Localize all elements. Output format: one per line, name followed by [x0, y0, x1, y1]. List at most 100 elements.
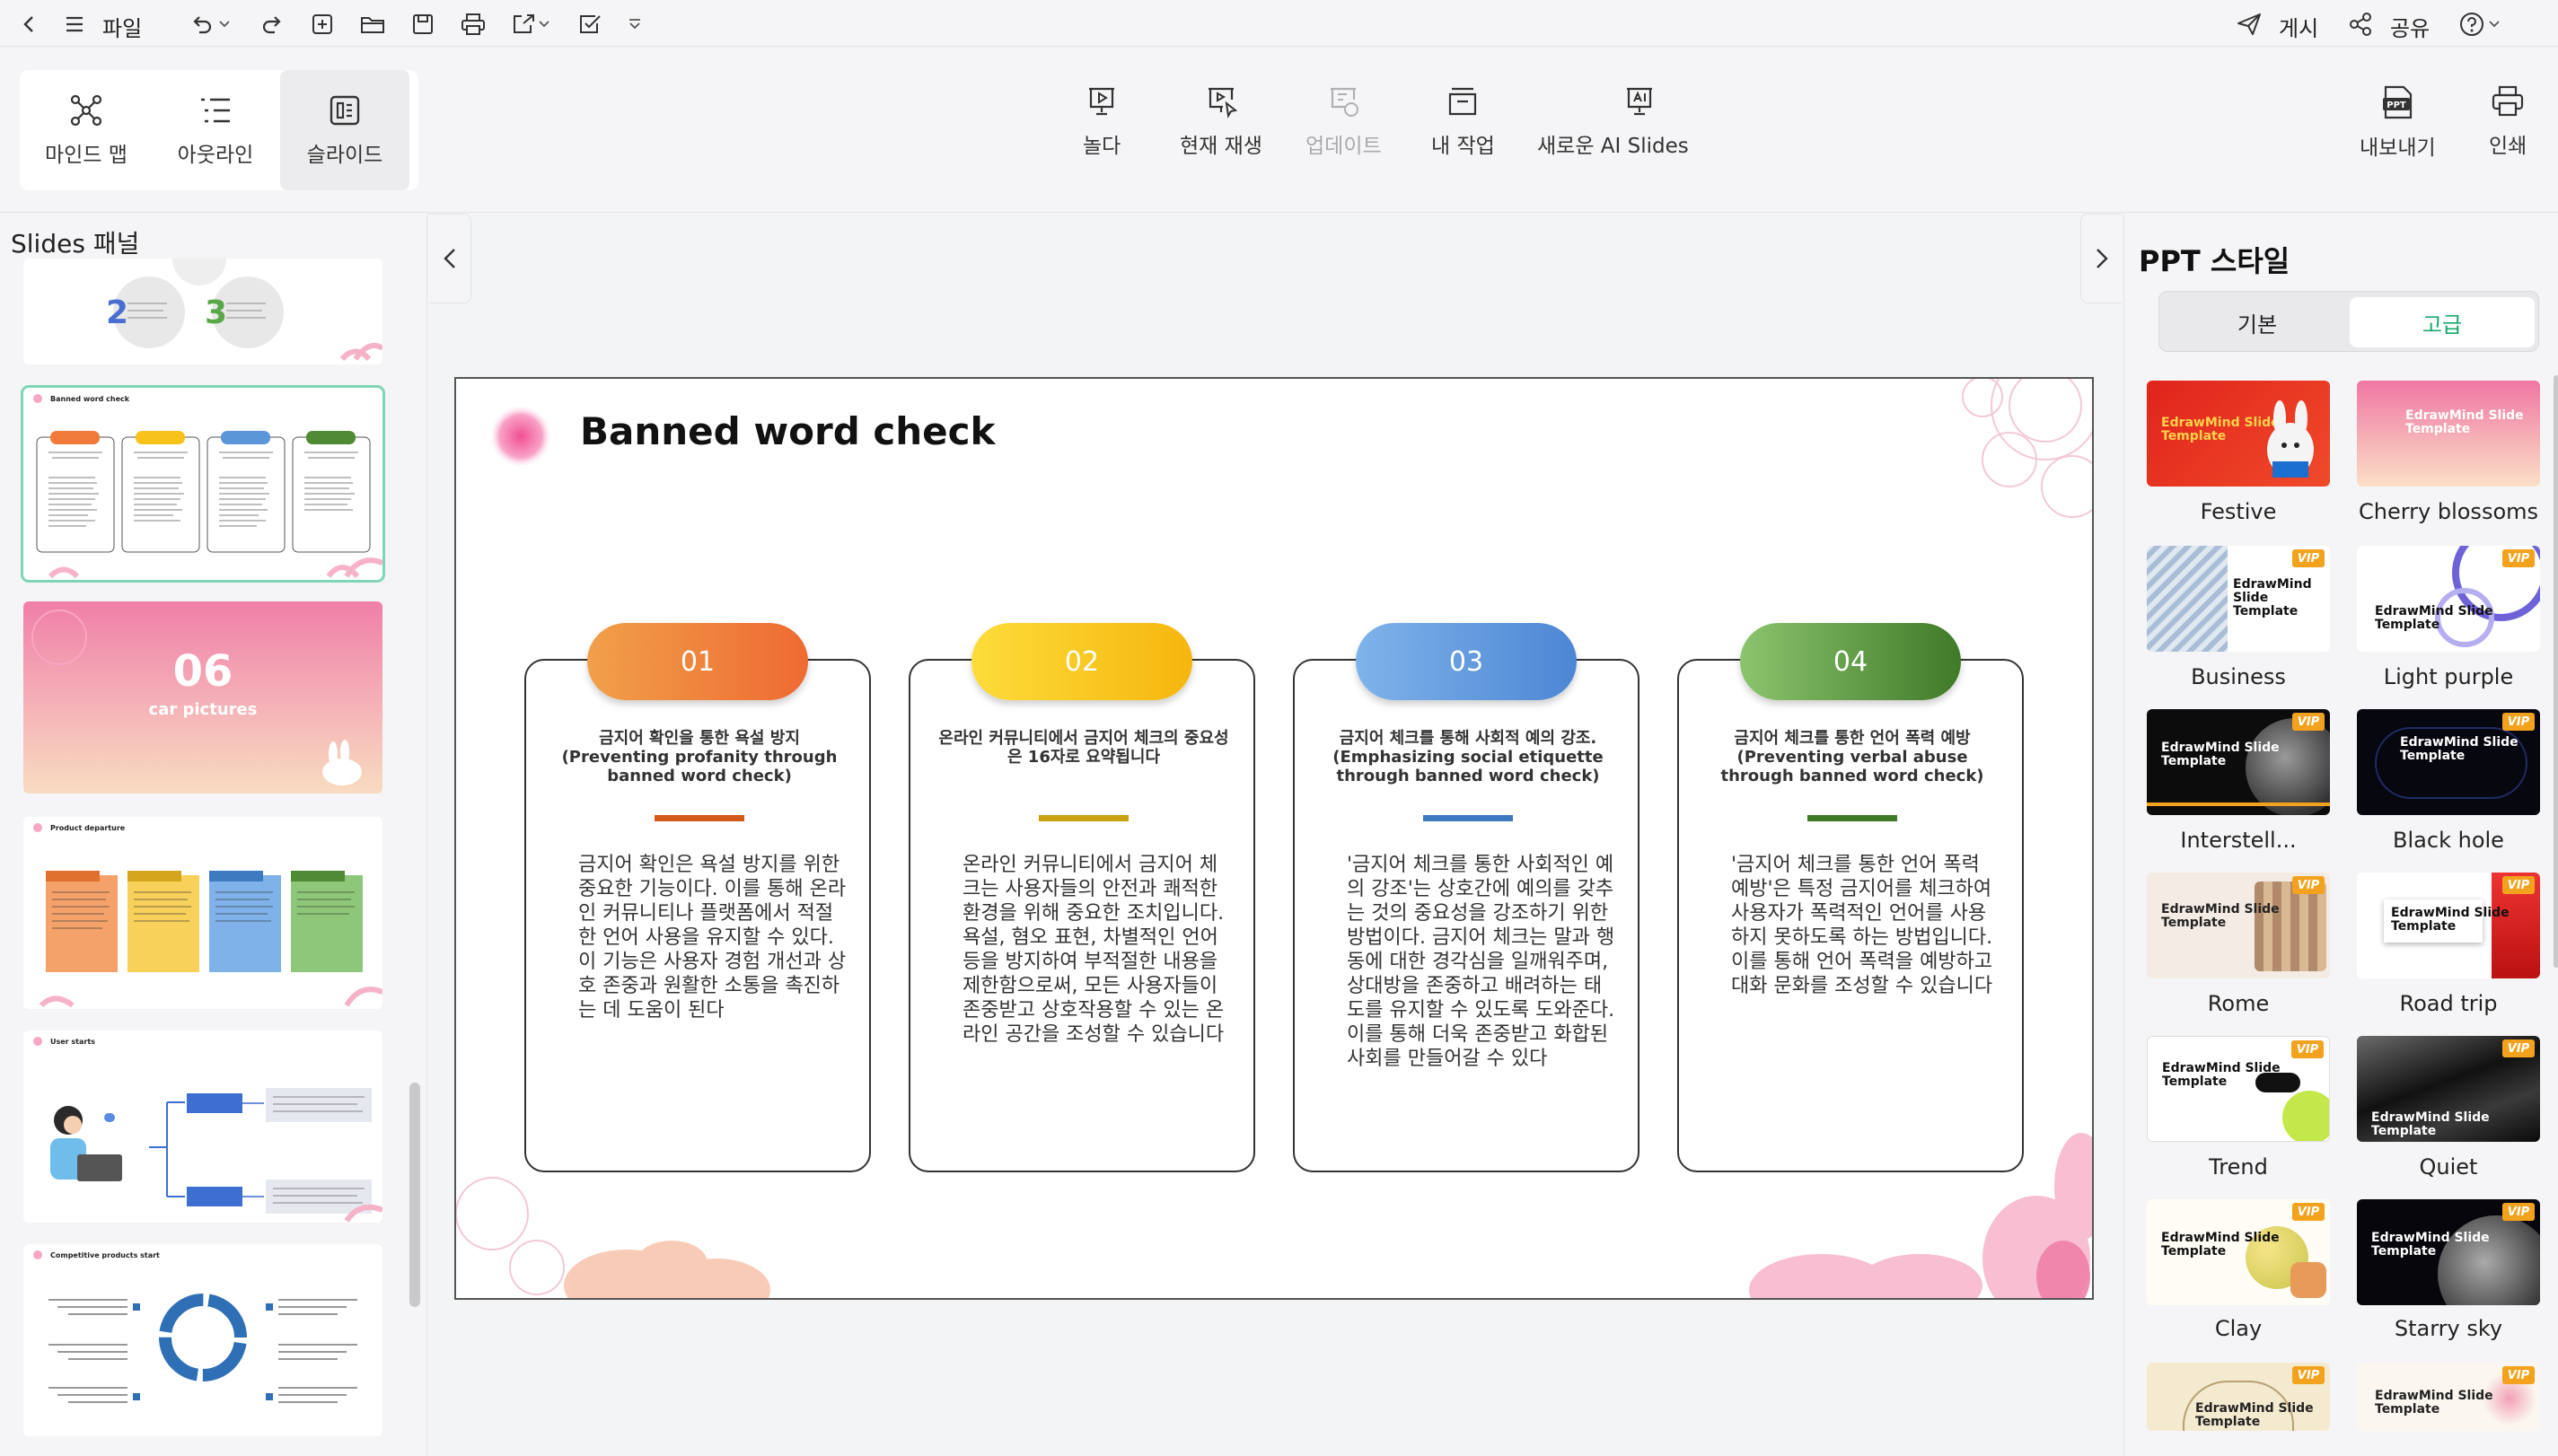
ppt-export-icon: PPT	[2378, 83, 2416, 121]
thumb-title: User starts	[50, 1038, 95, 1046]
content-card-3[interactable]: 금지어 체크를 통해 사회적 예의 강조. (Emphasizing socia…	[1293, 659, 1639, 1172]
new-file-icon[interactable]	[307, 9, 338, 39]
help-dropdown-icon[interactable]	[2485, 9, 2503, 39]
template-label: EdrawMind Slide Template	[2391, 906, 2510, 934]
template-clay[interactable]: EdrawMind Slide Template VIP	[2147, 1199, 2330, 1305]
template-name: Road trip	[2399, 991, 2498, 1016]
template-quiet[interactable]: EdrawMind Slide Template VIP	[2357, 1036, 2540, 1142]
content-card-1[interactable]: 금지어 확인을 통한 욕설 방지 (Preventing profanity t…	[524, 659, 871, 1172]
template-name: Black hole	[2393, 828, 2504, 853]
slide-thumbnail[interactable]: Competitive products start	[23, 1244, 382, 1436]
update-icon	[1325, 83, 1361, 119]
slide-view-button[interactable]: 슬라이드	[280, 70, 409, 190]
slide-title[interactable]: Banned word check	[580, 409, 996, 453]
template-label: EdrawMind Slide Template	[2375, 1389, 2493, 1417]
mindmap-view-button[interactable]: 마인드 맵	[20, 70, 153, 190]
export-ppt-button[interactable]: PPT 내보내기	[2360, 83, 2436, 161]
svg-text:3: 3	[205, 294, 227, 331]
template-road-trip[interactable]: EdrawMind Slide Template VIP	[2357, 873, 2540, 978]
svg-text:PPT: PPT	[2387, 101, 2407, 110]
play-button[interactable]: 놀다	[1083, 83, 1121, 159]
help-icon[interactable]	[2457, 9, 2487, 39]
slides-panel-scrollbar[interactable]	[409, 1083, 420, 1307]
update-button[interactable]: 업데이트	[1305, 83, 1382, 159]
send-icon[interactable]	[2234, 9, 2264, 39]
hamburger-menu-icon[interactable]	[59, 9, 90, 39]
template-label: EdrawMind Slide Template	[2161, 1231, 2280, 1259]
style-panel-scrollbar[interactable]	[2554, 375, 2558, 968]
collapse-right-panel-button[interactable]	[2080, 214, 2122, 303]
template-name: Starry sky	[2394, 1316, 2503, 1341]
publish-button[interactable]: 게시	[2279, 11, 2318, 42]
print-button[interactable]: 인쇄	[2489, 83, 2527, 159]
new-ai-slides-button[interactable]: 새로운 AI Slides	[1537, 83, 1689, 159]
open-folder-icon[interactable]	[357, 9, 388, 39]
style-tab-switcher: 기본 고급	[2158, 291, 2539, 352]
template-label: EdrawMind Slide Template	[2233, 577, 2312, 618]
undo-icon[interactable]	[187, 9, 217, 39]
template-light-purple[interactable]: EdrawMind Slide Template VIP	[2357, 546, 2540, 652]
chevron-left-icon	[443, 247, 457, 270]
card-number-pill: 01	[587, 623, 808, 700]
template-name: Light purple	[2383, 664, 2514, 689]
template-label: EdrawMind Slide Template	[2371, 1231, 2490, 1259]
current-slide[interactable]: Banned word check 금지어 확인을 통한 욕설 방지 (Prev…	[454, 377, 2094, 1300]
save-icon[interactable]	[408, 9, 438, 39]
template-partial[interactable]: EdrawMind Slide Template VIP	[2147, 1363, 2330, 1431]
back-icon[interactable]	[14, 9, 45, 39]
checklist-icon[interactable]	[575, 9, 605, 39]
template-name: Cherry blossoms	[2358, 499, 2539, 524]
my-work-button[interactable]: 내 작업	[1431, 83, 1495, 159]
content-card-4[interactable]: 금지어 체크를 통한 언어 폭력 예방 (Preventing verbal a…	[1677, 659, 2024, 1172]
template-starry-sky[interactable]: EdrawMind Slide Template VIP	[2357, 1199, 2540, 1305]
collapse-left-panel-button[interactable]	[428, 214, 471, 303]
print-label: 인쇄	[2489, 135, 2527, 158]
outline-view-button[interactable]: 아웃라인	[153, 70, 278, 190]
share-button[interactable]: 공유	[2390, 11, 2430, 42]
file-menu[interactable]: 파일	[102, 11, 142, 42]
template-label: EdrawMind Slide Template	[2161, 741, 2280, 768]
template-rome[interactable]: EdrawMind Slide Template VIP	[2147, 873, 2330, 978]
template-trend[interactable]: EdrawMind Slide Template VIP	[2147, 1036, 2330, 1142]
template-partial[interactable]: EdrawMind Slide Template VIP	[2357, 1363, 2540, 1431]
template-business[interactable]: EdrawMind Slide Template VIP	[2147, 546, 2330, 652]
export-icon[interactable]	[508, 9, 539, 39]
vip-badge: VIP	[2502, 549, 2535, 567]
print-icon[interactable]	[458, 9, 488, 39]
card-body-text: 온라인 커뮤니티에서 금지어 체크는 사용자들의 안전과 쾌적한 환경을 위해 …	[963, 854, 1225, 1046]
template-label: EdrawMind Slide Template	[2161, 902, 2280, 930]
share-icon[interactable]	[2345, 9, 2376, 39]
template-label: EdrawMind Slide Template	[2400, 735, 2518, 763]
content-card-2[interactable]: 온라인 커뮤니티에서 금지어 체크의 중요성은 16자로 요약됩니다 온라인 커…	[909, 659, 1255, 1172]
undo-dropdown-icon[interactable]	[215, 9, 233, 39]
export-dropdown-icon[interactable]	[535, 9, 553, 39]
redo-icon[interactable]	[257, 9, 287, 39]
template-interstellar[interactable]: EdrawMind Slide Template VIP	[2147, 709, 2330, 815]
outline-icon	[198, 92, 233, 128]
my-work-icon	[1445, 83, 1481, 119]
play-current-button[interactable]: 현재 재생	[1180, 83, 1262, 159]
template-black-hole[interactable]: EdrawMind Slide Template VIP	[2357, 709, 2540, 815]
tab-advanced[interactable]: 고급	[2350, 297, 2535, 347]
tab-basic[interactable]: 기본	[2165, 297, 2350, 347]
template-cherry-blossoms[interactable]: EdrawMind Slide Template	[2357, 381, 2540, 487]
play-current-icon	[1203, 83, 1239, 119]
slide-thumbnail[interactable]: User starts	[23, 1031, 382, 1223]
vip-badge: VIP	[2292, 549, 2325, 567]
template-festive[interactable]: EdrawMind Slide Template	[2147, 381, 2330, 487]
slide-thumbnail-selected[interactable]: Banned word check	[21, 385, 385, 583]
thumb-title: Banned word check	[50, 395, 130, 403]
slide-thumbnail[interactable]: 2 3	[23, 259, 382, 364]
card-heading: 금지어 체크를 통한 언어 폭력 예방 (Preventing verbal a…	[1720, 729, 1984, 785]
slide-thumbnail[interactable]: 06 car pictures	[23, 601, 382, 794]
vip-badge: VIP	[2292, 713, 2325, 731]
slide-thumbnail[interactable]: Product departure	[23, 817, 382, 1009]
card-number-pill: 03	[1356, 623, 1577, 700]
more-dropdown-icon[interactable]	[620, 9, 650, 39]
template-name: Trend	[2209, 1154, 2268, 1180]
outline-view-label: 아웃라인	[177, 144, 254, 167]
new-ai-slides-label: 새로운 AI Slides	[1537, 135, 1689, 158]
card-body-text: '금지어 체크를 통한 사회적인 예의 강조'는 상호간에 예의를 갖추는 것의…	[1347, 854, 1615, 1070]
play-label: 놀다	[1083, 135, 1121, 158]
ribbon-toolbar: 마인드 맵 아웃라인 슬라이드 놀다 현재 재생 업데이트 내 작업 새로운 A…	[0, 48, 2558, 213]
